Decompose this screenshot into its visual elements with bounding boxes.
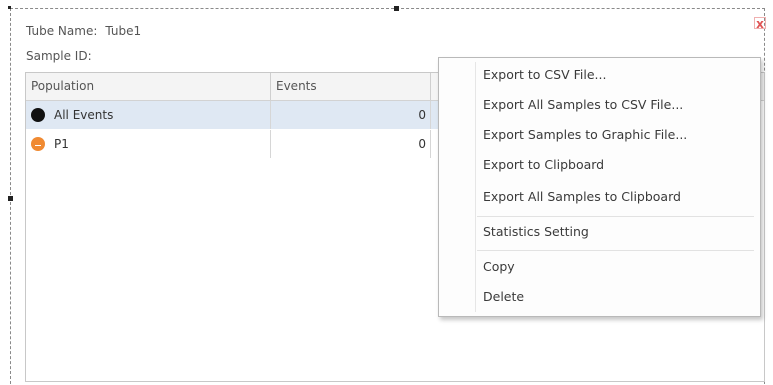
- menu-item-delete[interactable]: Delete: [483, 284, 524, 310]
- menu-item-copy[interactable]: Copy: [483, 254, 515, 280]
- column-header-population[interactable]: Population: [26, 73, 271, 100]
- tube-name-value: Tube1: [105, 24, 142, 38]
- context-menu: Export to CSV File... Export All Samples…: [438, 57, 761, 317]
- population-name: P1: [54, 137, 69, 151]
- events-cell: 0: [271, 101, 431, 129]
- tube-name-line: Tube Name: Tube1: [26, 24, 141, 38]
- menu-item-export-all-clipboard[interactable]: Export All Samples to Clipboard: [483, 184, 681, 210]
- table-row[interactable]: P1 0: [26, 130, 446, 158]
- events-cell: 0: [271, 130, 431, 158]
- filled-circle-icon: [31, 108, 45, 122]
- tube-name-label: Tube Name:: [26, 24, 98, 38]
- menu-item-statistics-setting[interactable]: Statistics Setting: [483, 219, 589, 245]
- resize-handle-top[interactable]: [394, 6, 399, 11]
- resize-handle-corner[interactable]: [8, 6, 11, 9]
- population-name: All Events: [54, 108, 114, 122]
- close-icon[interactable]: x: [754, 17, 766, 30]
- gate-circle-icon: [31, 137, 45, 151]
- menu-item-export-clipboard[interactable]: Export to Clipboard: [483, 152, 604, 178]
- menu-item-export-all-csv[interactable]: Export All Samples to CSV File...: [483, 92, 683, 118]
- sample-id-line: Sample ID:: [26, 49, 100, 63]
- menu-separator: [477, 250, 754, 251]
- sample-id-label: Sample ID:: [26, 49, 92, 63]
- resize-handle-left[interactable]: [8, 196, 13, 201]
- menu-item-export-csv[interactable]: Export to CSV File...: [483, 62, 606, 88]
- menu-gutter: [475, 62, 476, 312]
- table-row[interactable]: All Events 0: [26, 101, 446, 129]
- population-cell: All Events: [26, 101, 271, 129]
- menu-separator: [477, 216, 754, 217]
- menu-item-export-graphic[interactable]: Export Samples to Graphic File...: [483, 122, 687, 148]
- column-header-events[interactable]: Events: [271, 73, 431, 100]
- population-cell: P1: [26, 130, 271, 158]
